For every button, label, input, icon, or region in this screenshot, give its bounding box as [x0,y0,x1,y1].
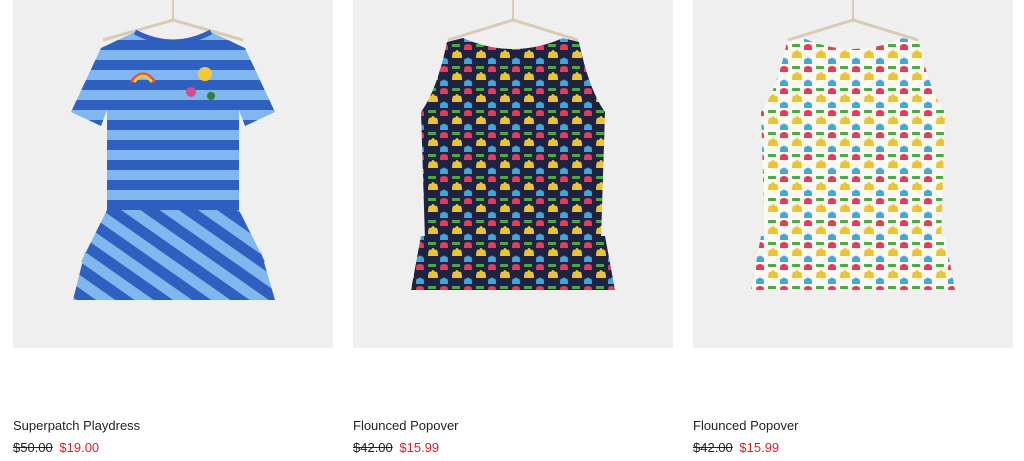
original-price: $42.00 [693,440,733,455]
top-image [411,0,615,290]
product-name[interactable]: Flounced Popover [693,418,799,433]
dress-image [71,0,275,300]
product-card[interactable]: Superpatch Playdress $50.00 $19.00 [13,0,333,455]
product-grid: Superpatch Playdress $50.00 $19.00 Floun… [0,0,1024,461]
price-group: $42.00 $15.99 [353,440,439,455]
top-image [751,0,955,290]
product-image[interactable] [693,0,1013,348]
sale-price: $15.99 [399,440,440,455]
product-image[interactable] [353,0,673,348]
product-card[interactable]: Flounced Popover $42.00 $15.99 [693,0,1013,455]
price-group: $42.00 $15.99 [693,440,779,455]
original-price: $50.00 [13,440,53,455]
product-name[interactable]: Superpatch Playdress [13,418,140,433]
product-image[interactable] [13,0,333,348]
sale-price: $15.99 [739,440,780,455]
product-card[interactable]: Flounced Popover $42.00 $15.99 [353,0,673,455]
product-name[interactable]: Flounced Popover [353,418,459,433]
original-price: $42.00 [353,440,393,455]
price-group: $50.00 $19.00 [13,440,99,455]
sale-price: $19.00 [59,440,100,455]
